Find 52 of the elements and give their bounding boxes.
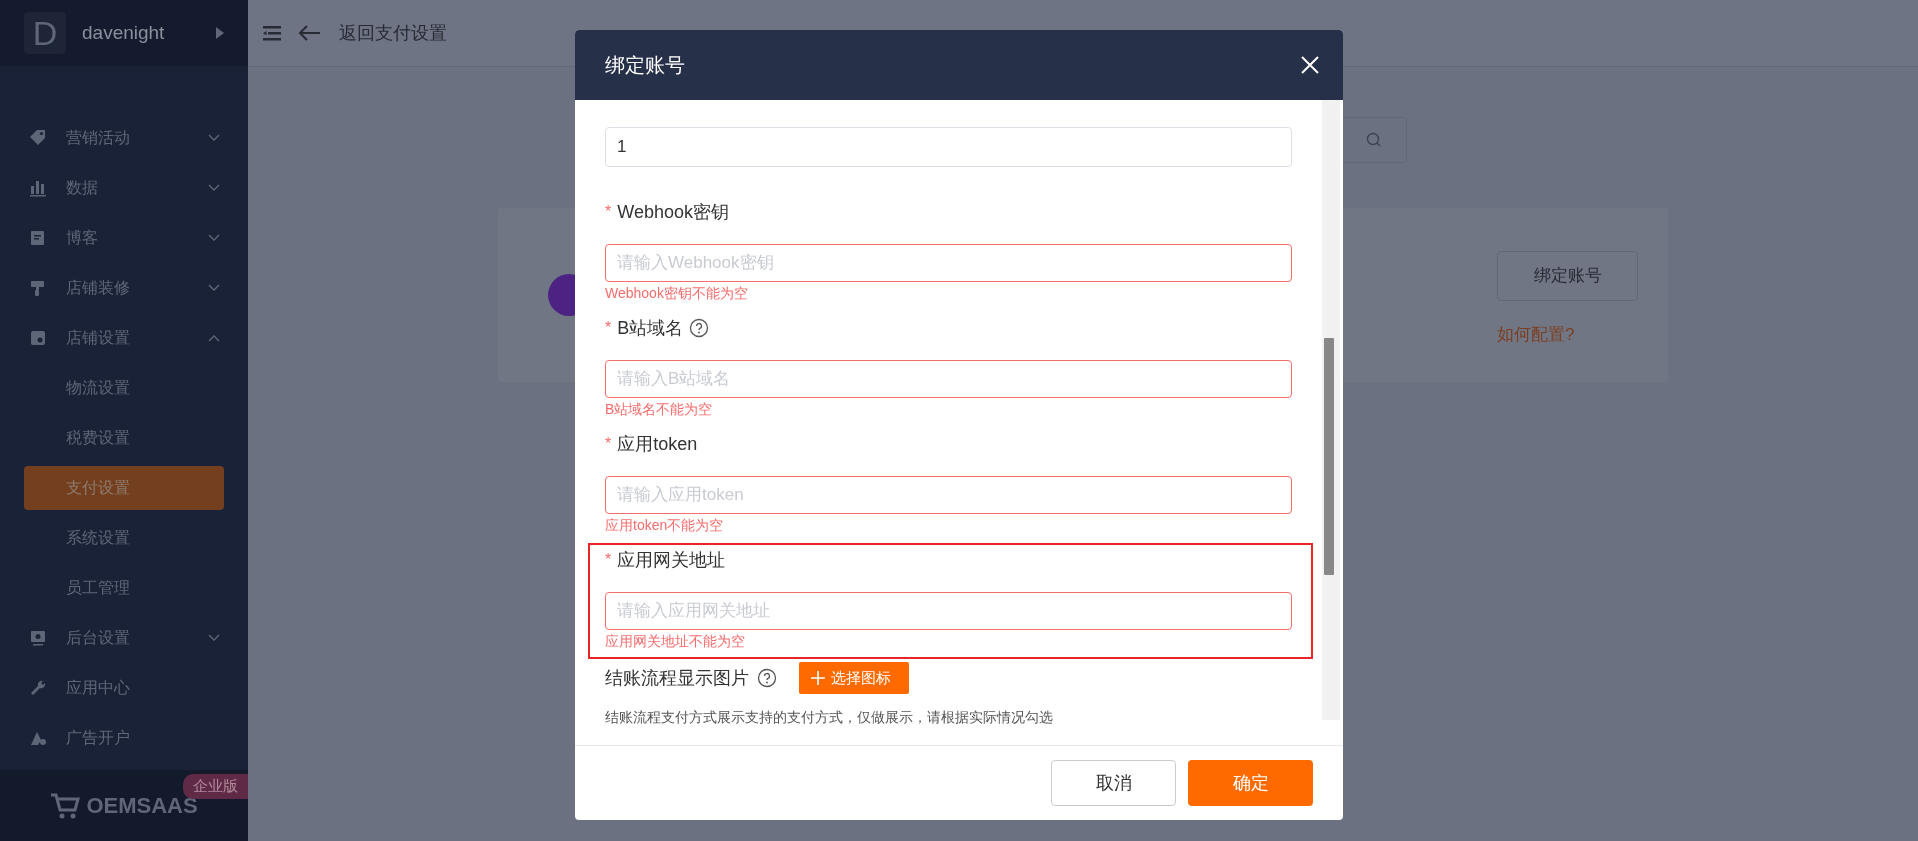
cancel-button[interactable]: 取消 bbox=[1051, 760, 1176, 806]
error-message: 应用token不能为空 bbox=[605, 516, 725, 535]
field-label: Webhook密钥 bbox=[617, 201, 729, 224]
bind-account-button[interactable]: 绑定账号 bbox=[1497, 250, 1638, 301]
monitor-icon bbox=[28, 628, 48, 648]
field-label: 结账流程显示图片 bbox=[605, 667, 749, 690]
sidebar-item[interactable]: 博客 bbox=[66, 227, 190, 249]
error-message: Webhook密钥不能为空 bbox=[605, 284, 749, 303]
required-mark: * bbox=[605, 435, 612, 453]
sidebar-item[interactable]: 店铺设置 bbox=[66, 327, 190, 349]
error-message: 应用网关地址不能为空 bbox=[605, 632, 746, 651]
sidebar-item[interactable]: 数据 bbox=[66, 177, 190, 199]
scrollbar[interactable] bbox=[1322, 100, 1340, 720]
hint-text: 结账流程支付方式展示支持的支付方式，仅做展示，请根据实际情况勾选 bbox=[605, 709, 1054, 727]
help-link[interactable]: 如何配置? bbox=[1497, 322, 1638, 346]
caret-icon[interactable] bbox=[216, 27, 224, 39]
sidebar-item[interactable]: 广告开户 bbox=[66, 727, 220, 749]
close-icon[interactable] bbox=[1301, 56, 1319, 74]
sidebar-item[interactable]: 店铺装修 bbox=[66, 277, 190, 299]
bar-chart-icon bbox=[28, 178, 48, 198]
sidebar-subitem[interactable]: 物流设置 bbox=[24, 363, 224, 413]
help-icon[interactable] bbox=[757, 668, 777, 688]
help-icon[interactable] bbox=[689, 318, 710, 338]
sidebar-subitem[interactable]: 系统设置 bbox=[24, 513, 224, 563]
tag-icon bbox=[28, 128, 48, 148]
text-field[interactable]: 1 bbox=[605, 127, 1292, 167]
error-message: B站域名不能为空 bbox=[605, 400, 714, 419]
account-name[interactable]: davenight bbox=[82, 22, 200, 44]
search-icon[interactable] bbox=[1366, 132, 1382, 148]
back-arrow-icon[interactable] bbox=[299, 25, 321, 41]
brand-logo: D bbox=[24, 12, 66, 54]
sidebar-item[interactable]: 营销活动 bbox=[66, 127, 190, 149]
menu-icon[interactable] bbox=[263, 25, 281, 41]
sidebar-subitem[interactable]: 支付设置 bbox=[24, 466, 224, 510]
choose-icon-button[interactable]: 选择图标 bbox=[799, 662, 909, 694]
confirm-button[interactable]: 确定 bbox=[1188, 760, 1313, 806]
field-label: B站域名 bbox=[617, 317, 684, 340]
store-icon bbox=[28, 328, 48, 348]
back-link[interactable]: 返回支付设置 bbox=[339, 21, 447, 45]
required-mark: * bbox=[605, 319, 612, 337]
edition-badge: 企业版 bbox=[183, 774, 248, 799]
sidebar-subitem[interactable]: 员工管理 bbox=[24, 563, 224, 613]
sidebar-subitem[interactable]: 税费设置 bbox=[24, 413, 224, 463]
cart-icon bbox=[50, 791, 81, 820]
required-mark: * bbox=[605, 203, 612, 221]
plus-icon bbox=[811, 671, 825, 685]
sidebar-item[interactable]: 应用中心 bbox=[66, 677, 220, 699]
field-label: 应用网关地址 bbox=[617, 549, 726, 572]
sidebar-item[interactable]: 后台设置 bbox=[66, 627, 190, 649]
field-label: 应用token bbox=[617, 433, 698, 456]
required-mark: * bbox=[605, 551, 612, 569]
dialog-title: 绑定账号 bbox=[605, 52, 686, 78]
